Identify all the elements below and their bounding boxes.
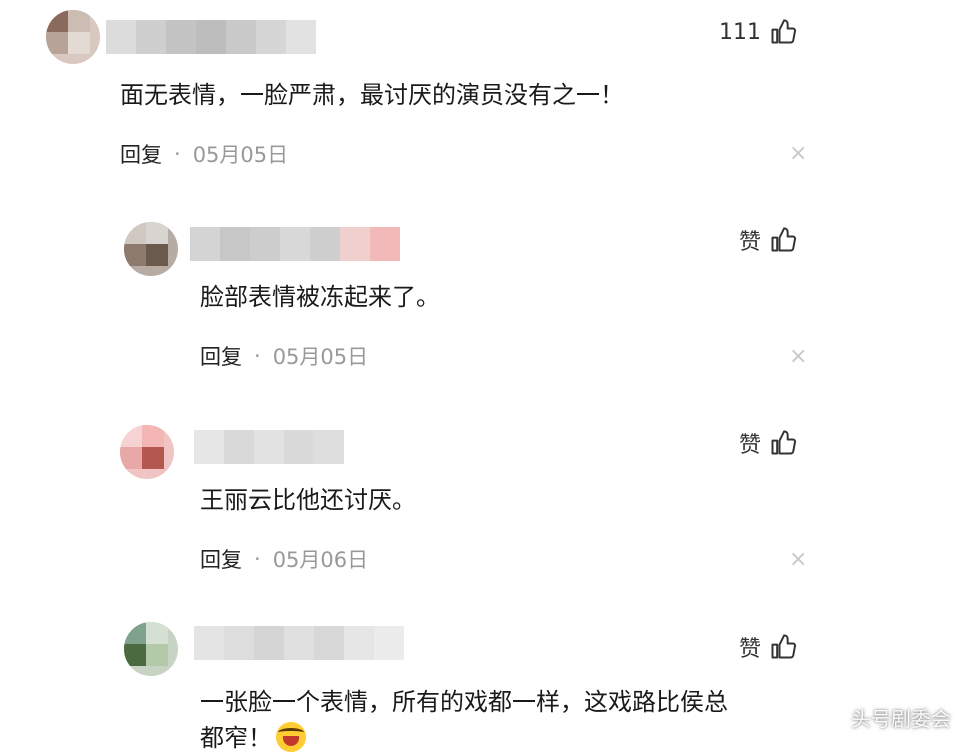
comment-text: 王丽云比他还讨厌。 [200, 486, 416, 514]
like-label: 赞 [739, 230, 762, 255]
like-button[interactable]: 赞 [739, 427, 797, 459]
thumbs-up-icon [771, 634, 797, 659]
comment-text-line-2: 都窄！ [200, 720, 306, 756]
comment-meta: 回复 · 05月05日 [200, 341, 368, 371]
comment-meta: 回复 · 05月05日 [120, 139, 288, 169]
avatar[interactable] [124, 622, 178, 676]
like-button[interactable]: 赞 [739, 224, 797, 256]
avatar[interactable] [46, 10, 100, 64]
separator-dot: · [254, 344, 261, 368]
username-blurred[interactable] [194, 430, 344, 464]
comment-text-line-1: 一张脸一个表情，所有的戏都一样，这戏路比侯总 [200, 688, 728, 716]
like-button[interactable]: 赞 [739, 631, 797, 663]
reply-button[interactable]: 回复 [120, 139, 162, 169]
username-blurred[interactable] [106, 20, 316, 54]
avatar[interactable] [120, 425, 174, 479]
laughing-emoji-icon [276, 722, 306, 752]
comment-text: 面无表情，一脸严肃，最讨厌的演员没有之一！ [120, 81, 624, 109]
thumbs-up-icon [771, 19, 797, 44]
thumbs-up-icon [771, 430, 797, 455]
avatar[interactable] [124, 222, 178, 276]
comment-text-line-2-text: 都窄！ [200, 724, 272, 752]
comment-date: 05月06日 [272, 548, 369, 572]
comment-meta: 回复 · 05月06日 [200, 544, 368, 574]
comment-text: 脸部表情被冻起来了。 [200, 283, 440, 311]
reply-button[interactable]: 回复 [200, 544, 242, 574]
username-blurred[interactable] [190, 227, 400, 261]
watermark: 头号剧委会 [851, 707, 951, 731]
close-icon[interactable]: × [789, 549, 807, 571]
like-label: 赞 [739, 433, 762, 458]
separator-dot: · [254, 547, 261, 571]
reply-button[interactable]: 回复 [200, 341, 242, 371]
separator-dot: · [174, 142, 181, 166]
comment-date: 05月05日 [192, 143, 289, 167]
close-icon[interactable]: × [789, 346, 807, 368]
like-count: 111 [719, 19, 761, 45]
comment-date: 05月05日 [272, 345, 369, 369]
like-button[interactable]: 111 [719, 18, 797, 46]
like-label: 赞 [739, 637, 762, 662]
username-blurred[interactable] [194, 626, 404, 660]
close-icon[interactable]: × [789, 143, 807, 165]
thumbs-up-icon [771, 227, 797, 252]
